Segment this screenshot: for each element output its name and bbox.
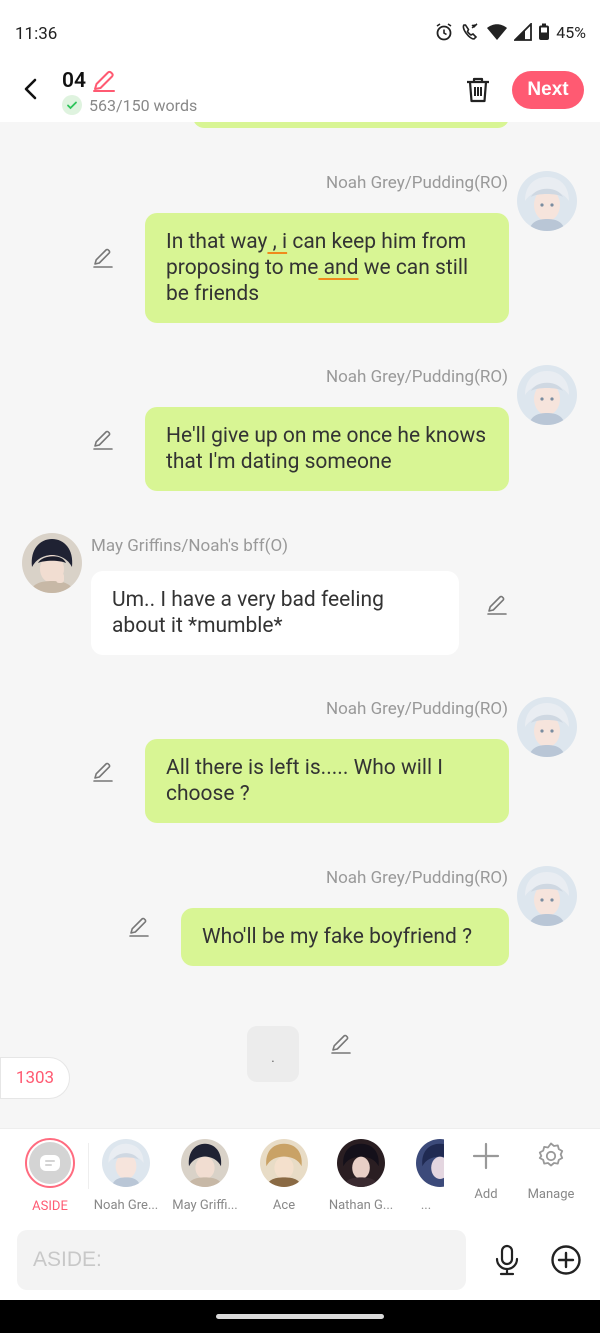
avatar-noah[interactable] (517, 697, 577, 757)
character-label: May Griffi... (172, 1198, 238, 1213)
message-bubble[interactable]: All there is left is..... Who will I cho… (145, 739, 509, 823)
sender-name: Noah Grey/Pudding(RO) (325, 868, 508, 888)
avatar (102, 1139, 150, 1187)
character-bar: ASIDE Noah Gre... May Griffi... Ace Nath… (0, 1128, 600, 1220)
avatar (260, 1139, 308, 1187)
battery-percent: 45% (556, 22, 586, 42)
home-indicator[interactable] (216, 1314, 384, 1319)
word-count: 563/150 words (89, 95, 198, 115)
edit-message-icon[interactable] (485, 593, 509, 617)
sender-name: Noah Grey/Pudding(RO) (325, 367, 508, 387)
message-bubble[interactable]: Um.. I have a very bad feeling about it … (91, 571, 459, 655)
avatar-noah[interactable] (517, 171, 577, 231)
count-badge[interactable]: 1303 (0, 1057, 70, 1099)
character-nathan[interactable]: Nathan G... (323, 1139, 399, 1213)
message-bubble[interactable]: He'll give up on me once he knows that I… (145, 407, 509, 491)
character-label: Noah Gre... (93, 1198, 159, 1213)
signal-icon (514, 23, 533, 41)
page-title: 04 (62, 69, 86, 93)
alarm-icon (436, 23, 452, 41)
avatar (181, 1139, 229, 1187)
sender-name: May Griffins/Noah's bff(O) (91, 536, 289, 556)
edit-message-icon[interactable] (91, 246, 115, 270)
character-label: Ace (272, 1198, 296, 1213)
manage-label: Manage (527, 1187, 575, 1202)
edit-message-icon[interactable] (329, 1032, 353, 1056)
system-nav-bar (0, 1300, 600, 1333)
message-bubble[interactable]: In that way , i can keep him from propos… (145, 213, 509, 323)
message-bubble[interactable]: Who'll be my fake boyfriend ? (181, 908, 509, 966)
wifi-icon (487, 24, 508, 40)
manage-button[interactable]: Manage (521, 1141, 581, 1202)
aside-input[interactable] (17, 1230, 466, 1290)
status-icons: 45% (434, 22, 586, 42)
gear-icon (538, 1142, 564, 1167)
avatar (416, 1139, 444, 1187)
check-icon (62, 95, 82, 115)
avatar-noah[interactable] (517, 365, 577, 425)
pending-message-bubble[interactable]: . (247, 1026, 299, 1082)
add-circle-icon[interactable] (550, 1244, 582, 1276)
avatar-noah[interactable] (517, 866, 577, 926)
sender-name: Noah Grey/Pudding(RO) (325, 173, 508, 193)
plus-icon (472, 1142, 500, 1170)
aside-icon (29, 1142, 71, 1184)
add-label: Add (474, 1187, 498, 1202)
avatar-may[interactable] (22, 533, 82, 593)
character-aside[interactable]: ASIDE (12, 1138, 88, 1214)
character-label: ASIDE (32, 1199, 68, 1214)
call-icon (462, 23, 478, 40)
microphone-icon[interactable] (492, 1244, 522, 1276)
edit-message-icon[interactable] (91, 428, 115, 452)
back-arrow-icon[interactable] (16, 74, 46, 104)
trash-icon[interactable] (462, 74, 494, 106)
character-label: Nathan G... (328, 1198, 394, 1213)
header: 04 563/150 words Next (0, 64, 600, 122)
input-area (0, 1220, 600, 1300)
next-button[interactable]: Next (512, 71, 584, 109)
character-may[interactable]: May Griffi... (167, 1139, 243, 1213)
character-noah[interactable]: Noah Gre... (88, 1139, 164, 1213)
message-bubble-partial[interactable] (193, 122, 509, 128)
edit-title-icon[interactable] (90, 68, 118, 94)
edit-message-icon[interactable] (127, 915, 151, 939)
status-bar: 11:36 45% (0, 0, 600, 64)
battery-icon (539, 23, 550, 40)
status-time: 11:36 (15, 24, 58, 44)
word-count-row: 563/150 words (62, 95, 197, 115)
edit-message-icon[interactable] (91, 760, 115, 784)
add-character-button[interactable]: Add (456, 1141, 516, 1202)
sender-name: Noah Grey/Pudding(RO) (325, 699, 508, 719)
chat-area[interactable]: Noah Grey/Pudding(RO) In that way , i ca… (0, 122, 600, 1128)
character-ace[interactable]: Ace (246, 1139, 322, 1213)
character-label: ... (420, 1198, 432, 1213)
character-more[interactable]: ... (408, 1139, 444, 1213)
avatar (337, 1139, 385, 1187)
title-row: 04 (62, 68, 118, 94)
